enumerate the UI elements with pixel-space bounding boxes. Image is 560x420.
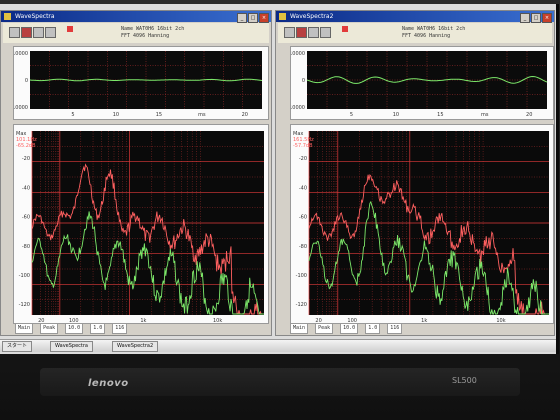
scale-field[interactable]: 1.0 — [90, 323, 106, 334]
y-tick-label: -120 — [19, 302, 30, 308]
spectrum-plot: -20 -40 -60 -80 -100 -120 20 100 1k 10k Max 101.1Hz… — [13, 124, 269, 324]
mode-select[interactable]: Peak — [40, 323, 59, 334]
y-tick-label: -10000 — [14, 105, 28, 111]
info-readout: Name WAT0H6 16bit 2ch FFT 4096 Hanning — [402, 26, 466, 39]
y-tick-label: -100 — [19, 273, 30, 279]
open-button[interactable] — [9, 27, 20, 38]
x-tick-label: 10 — [113, 112, 119, 118]
maximize-button[interactable]: □ — [531, 13, 541, 23]
start-button[interactable]: スタート — [2, 341, 33, 352]
taskbar: スタート WaveSpectra WaveSpectra2 — [0, 339, 556, 352]
rec-indicator — [342, 26, 348, 33]
x-tick-label: 5 — [350, 112, 353, 118]
level-field[interactable]: 10.0 — [65, 323, 84, 334]
y-tick-label: -40 — [22, 185, 30, 191]
waveform-plot: 10000 0 -10000 5 10 15 ms 20 — [13, 46, 269, 120]
mode-label: Main — [15, 323, 34, 334]
y-tick-label: -40 — [299, 185, 307, 191]
y-tick-label: -120 — [296, 302, 307, 308]
mode-select[interactable]: Peak — [315, 323, 334, 334]
wavespectra-window-left: WaveSpectra _ □ × Name WAT0H6 16bit 2ch FF… — [0, 10, 272, 336]
window-controls: _ □ × — [236, 12, 269, 23]
spectrum-plot: -20 -40 -60 -80 -100 -120 20 100 1k 10k Max 161.5Hz… — [290, 124, 554, 324]
close-button[interactable]: × — [542, 13, 552, 23]
spectrum-canvas: -20-40-60-80-100-12020 100 1k 10kMax161.5Hz… — [293, 131, 549, 323]
app-icon — [4, 13, 11, 20]
y-tick-label: -80 — [22, 244, 30, 250]
control-row: Main Peak 10.0 1.0 116 — [290, 323, 548, 334]
rec-indicator — [67, 26, 73, 33]
model-label: SL500 — [452, 376, 477, 385]
y-tick-label: 0 — [302, 78, 305, 84]
peak-readout: -65.2dB — [16, 143, 36, 149]
laptop-screen: WaveSpectra _ □ × Name WAT0H6 16bit 2ch FF… — [0, 4, 559, 354]
y-tick-label: 10000 — [291, 51, 305, 57]
minimize-button[interactable]: _ — [237, 13, 247, 23]
pause-button[interactable] — [320, 27, 331, 38]
x-tick-label: 5 — [71, 112, 74, 118]
record-button[interactable] — [21, 27, 32, 38]
peak-readout: -57.7dB — [293, 143, 313, 149]
mode-label: Main — [290, 323, 309, 334]
level-field[interactable]: 10.0 — [340, 323, 359, 334]
freq-field[interactable]: 116 — [112, 323, 128, 334]
window-controls: _ □ × — [519, 12, 552, 23]
y-tick-label: -80 — [299, 244, 307, 250]
control-row: Main Peak 10.0 1.0 116 — [15, 323, 265, 334]
x-tick-label: 20 — [242, 112, 248, 118]
y-tick-label: 0 — [25, 78, 28, 84]
waveform-canvas: 10000 0 -10000 5 10 15 ms 20 — [291, 51, 548, 118]
x-tick-label: 15 — [156, 112, 162, 118]
y-tick-label: -60 — [22, 215, 30, 221]
stop-button[interactable] — [308, 27, 319, 38]
waveform-canvas: 10000 0 -10000 5 10 15 ms 20 — [14, 51, 263, 118]
toolbar: Name WAT0H6 16bit 2ch FFT 4096 Hanning — [278, 23, 552, 43]
scale-field[interactable]: 1.0 — [365, 323, 381, 334]
x-tick-label: ms — [481, 112, 489, 118]
y-tick-label: -100 — [296, 273, 307, 279]
minimize-button[interactable]: _ — [520, 13, 530, 23]
x-tick-label: ms — [198, 112, 206, 118]
window-title: WaveSpectra2 — [290, 13, 334, 20]
waveform-plot: 10000 0 -10000 5 10 15 ms 20 — [290, 46, 554, 120]
x-tick-label: 10 — [393, 112, 399, 118]
window-title: WaveSpectra — [15, 13, 55, 20]
maximize-button[interactable]: □ — [248, 13, 258, 23]
y-tick-label: -60 — [299, 215, 307, 221]
open-button[interactable] — [284, 27, 295, 38]
close-button[interactable]: × — [259, 13, 269, 23]
x-tick-label: 15 — [437, 112, 443, 118]
wavespectra-window-right: WaveSpectra2 _ □ × Name WAT0H6 16bit 2ch F… — [275, 10, 555, 336]
y-tick-label: 10000 — [14, 51, 28, 57]
spectrum-canvas: -20-40-60-80-100-12020 100 1k 10kMax101.1Hz… — [16, 131, 264, 323]
taskbar-item[interactable]: WaveSpectra — [50, 341, 93, 352]
brand-logo: lenovo — [88, 378, 129, 389]
window-titlebar[interactable]: WaveSpectra2 _ □ × — [276, 11, 554, 23]
info-readout: Name WAT0H6 16bit 2ch FFT 4096 Hanning — [121, 26, 185, 39]
taskbar-item[interactable]: WaveSpectra2 — [112, 341, 159, 352]
app-icon — [279, 13, 286, 20]
y-tick-label: -10000 — [291, 105, 305, 111]
toolbar: Name WAT0H6 16bit 2ch FFT 4096 Hanning — [3, 23, 269, 43]
freq-field[interactable]: 116 — [387, 323, 403, 334]
stop-button[interactable] — [33, 27, 44, 38]
pause-button[interactable] — [45, 27, 56, 38]
y-tick-label: -20 — [22, 156, 30, 162]
window-titlebar[interactable]: WaveSpectra _ □ × — [1, 11, 271, 23]
record-button[interactable] — [296, 27, 307, 38]
x-tick-label: 20 — [526, 112, 532, 118]
y-tick-label: -20 — [299, 156, 307, 162]
